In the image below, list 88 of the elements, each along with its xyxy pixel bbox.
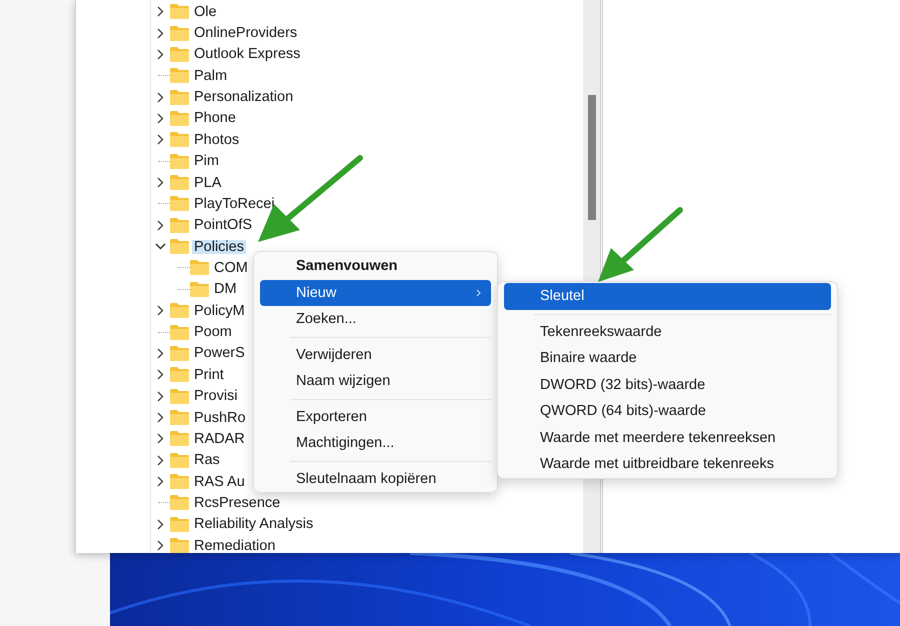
menu-item[interactable]: Exporteren (260, 404, 491, 430)
tree-item[interactable]: Outlook Express (192, 47, 302, 62)
folder-icon (170, 431, 189, 446)
tree-item[interactable]: Personalization (192, 90, 296, 104)
chevron-right-icon[interactable] (156, 177, 164, 188)
chevron-right-icon[interactable] (156, 433, 164, 444)
chevron-right-icon[interactable] (156, 134, 164, 146)
chevron-right-icon[interactable] (156, 476, 164, 488)
folder-icon (170, 474, 189, 490)
tree-item[interactable]: Palm (192, 68, 230, 83)
folder-icon (190, 260, 209, 276)
folder-icon (170, 516, 189, 532)
folder-icon (170, 346, 189, 361)
folder-icon (170, 538, 189, 554)
menu-item[interactable]: Zoeken... (260, 306, 491, 332)
folder-icon (170, 175, 189, 190)
tree-item[interactable]: PolicyM (192, 304, 247, 318)
chevron-right-icon[interactable] (156, 305, 164, 316)
chevron-right-icon[interactable] (156, 518, 164, 530)
chevron-right-icon (476, 288, 481, 297)
folder-icon (170, 218, 189, 233)
chevron-right-icon[interactable] (156, 369, 164, 380)
chevron-right-icon[interactable] (156, 112, 164, 124)
tree-item[interactable]: Reliability Analysis (192, 517, 316, 532)
tree-item[interactable]: RcsPresence (192, 496, 282, 510)
folder-icon (170, 154, 189, 169)
chevron-down-icon[interactable] (154, 243, 166, 250)
tree-item[interactable]: PushRo (192, 410, 248, 424)
folder-icon (170, 4, 189, 20)
menu-item[interactable]: Nieuw (260, 280, 491, 306)
chevron-right-icon[interactable] (156, 540, 164, 552)
chevron-right-icon[interactable] (156, 48, 164, 60)
tree-item[interactable]: Provisi (192, 389, 240, 404)
menu-item[interactable]: Tekenreekswaarde (504, 318, 831, 345)
tree-item[interactable]: Policies (192, 240, 246, 254)
chevron-right-icon[interactable] (156, 348, 164, 359)
menu-item[interactable]: Waarde met meerdere tekenreeksen (504, 424, 831, 451)
menu-item[interactable]: Binaire waarde (504, 345, 831, 372)
tree-item[interactable]: PointOfS (192, 218, 254, 232)
menu-item[interactable]: Sleutelnaam kopiëren (260, 466, 491, 492)
folder-icon (170, 68, 189, 84)
tree-item[interactable]: Ras (192, 453, 222, 468)
folder-icon (170, 239, 189, 254)
chevron-right-icon[interactable] (156, 92, 164, 103)
chevron-right-icon[interactable] (156, 412, 164, 423)
folder-icon (170, 367, 189, 382)
tree-item[interactable]: Phone (192, 111, 238, 126)
folder-icon (170, 132, 189, 148)
folder-icon (170, 410, 189, 425)
scrollbar-thumb[interactable] (588, 95, 596, 220)
tree-item[interactable]: Print (192, 368, 226, 382)
folder-icon (170, 452, 189, 468)
folder-icon (170, 46, 189, 62)
tree-item[interactable]: PowerS (192, 346, 247, 360)
tree-item[interactable]: Photos (192, 132, 242, 147)
chevron-right-icon[interactable] (156, 454, 164, 466)
folder-icon (170, 26, 189, 41)
tree-item[interactable]: Poom (192, 325, 234, 340)
tree-item[interactable]: Remediation (192, 538, 278, 553)
menu-item[interactable]: Waarde met uitbreidbare tekenreeks (504, 451, 831, 478)
tree-item[interactable]: DM (212, 282, 239, 296)
menu-item[interactable]: Verwijderen (260, 342, 491, 368)
folder-icon (170, 495, 189, 510)
tree-item[interactable]: RADAR (192, 432, 247, 446)
folder-icon (190, 282, 209, 297)
tree-item[interactable]: OnlineProviders (192, 26, 300, 40)
chevron-right-icon[interactable] (156, 6, 164, 18)
tree-item[interactable]: PLA (192, 176, 224, 190)
chevron-right-icon[interactable] (156, 28, 164, 39)
chevron-right-icon[interactable] (156, 220, 164, 231)
menu-item[interactable]: Sleutel (504, 283, 831, 310)
menu-item[interactable]: Naam wijzigen (260, 368, 491, 394)
folder-icon (170, 196, 189, 212)
chevron-right-icon[interactable] (156, 390, 164, 402)
tree-item[interactable]: COM (212, 260, 250, 275)
folder-icon (170, 303, 189, 318)
menu-item[interactable]: Machtigingen... (260, 430, 491, 456)
tree-item[interactable]: Ole (192, 4, 219, 19)
menu-item[interactable]: DWORD (32 bits)-waarde (504, 372, 831, 398)
folder-icon (170, 388, 189, 404)
tree-item[interactable]: Pim (192, 154, 221, 168)
folder-icon (170, 110, 189, 126)
folder-icon (170, 90, 189, 105)
menu-item[interactable]: QWORD (64 bits)-waarde (504, 398, 831, 424)
menu-item[interactable]: Samenvouwen (260, 253, 491, 280)
tree-item[interactable]: PlayToRecei (192, 196, 277, 211)
folder-icon (170, 324, 189, 340)
tree-item[interactable]: RAS Au (192, 474, 247, 489)
